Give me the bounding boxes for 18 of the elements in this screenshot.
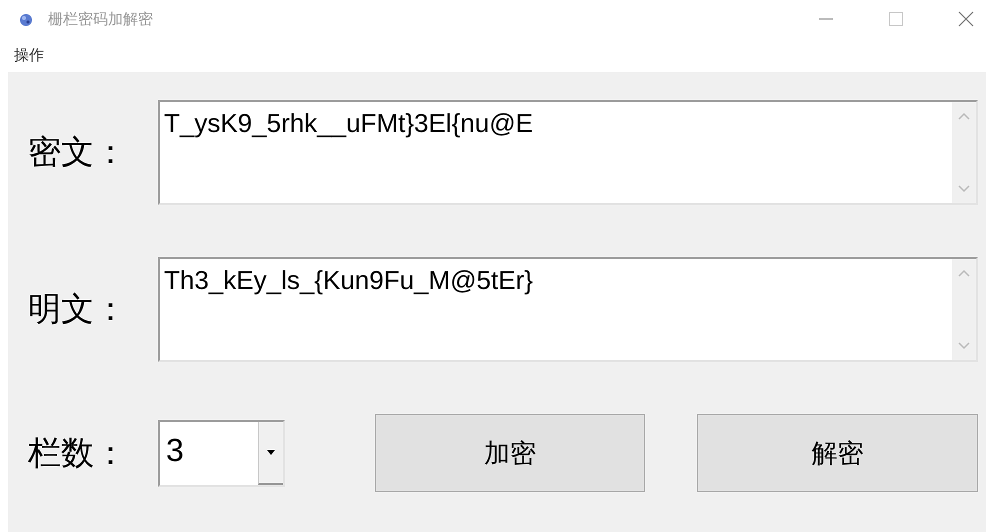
scroll-down-icon[interactable] bbox=[958, 342, 970, 350]
rails-dropdown[interactable]: 3 bbox=[158, 420, 285, 486]
scroll-down-icon[interactable] bbox=[958, 185, 970, 193]
close-icon[interactable] bbox=[958, 11, 974, 27]
field-label: 密文： bbox=[28, 131, 128, 173]
maximize-icon[interactable] bbox=[888, 11, 904, 27]
field-label: 明文： bbox=[28, 288, 128, 330]
field-label: 栏数： bbox=[28, 432, 128, 474]
action-button[interactable]: 解密 bbox=[697, 414, 978, 492]
text-area[interactable]: Th3_kEy_ls_{Kun9Fu_M@5tEr} bbox=[158, 257, 978, 362]
action-button[interactable]: 加密 bbox=[375, 414, 645, 492]
scroll-up-icon[interactable] bbox=[958, 112, 970, 120]
window-title: 栅栏密码加解密 bbox=[48, 10, 153, 28]
menu-item[interactable]: 操作 bbox=[14, 46, 44, 64]
text-area[interactable]: T_ysK9_5rhk__uFMt}3El{nu@E bbox=[158, 100, 978, 205]
app-icon bbox=[18, 11, 34, 27]
scroll-up-icon[interactable] bbox=[958, 269, 970, 277]
dropdown-arrow-icon[interactable] bbox=[267, 450, 275, 454]
